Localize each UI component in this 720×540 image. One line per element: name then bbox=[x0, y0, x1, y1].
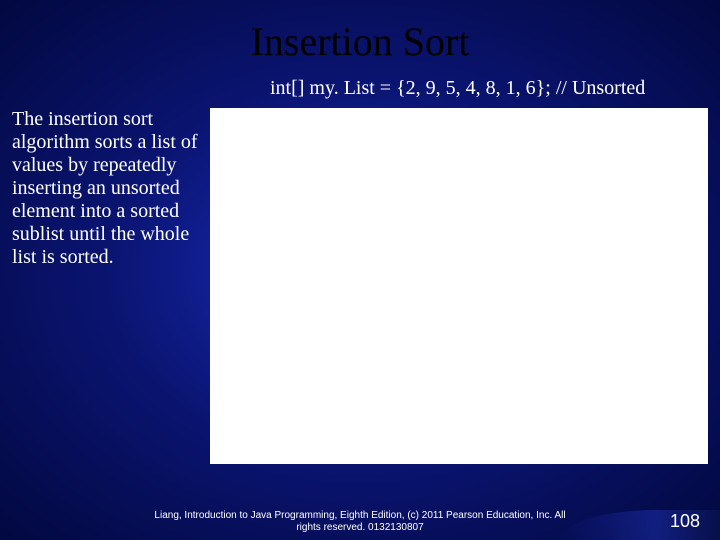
diagram-area bbox=[210, 108, 708, 464]
description-text: The insertion sort algorithm sorts a lis… bbox=[12, 108, 210, 269]
footer-line-2: rights reserved. 0132130807 bbox=[296, 522, 423, 533]
footer-line-1: Liang, Introduction to Java Programming,… bbox=[154, 510, 565, 521]
page-number: 108 bbox=[670, 511, 700, 532]
code-snippet: int[] my. List = {2, 9, 5, 4, 8, 1, 6}; … bbox=[0, 73, 720, 108]
content-row: The insertion sort algorithm sorts a lis… bbox=[0, 108, 720, 464]
footer-citation: Liang, Introduction to Java Programming,… bbox=[0, 510, 720, 534]
page-title: Insertion Sort bbox=[0, 0, 720, 73]
